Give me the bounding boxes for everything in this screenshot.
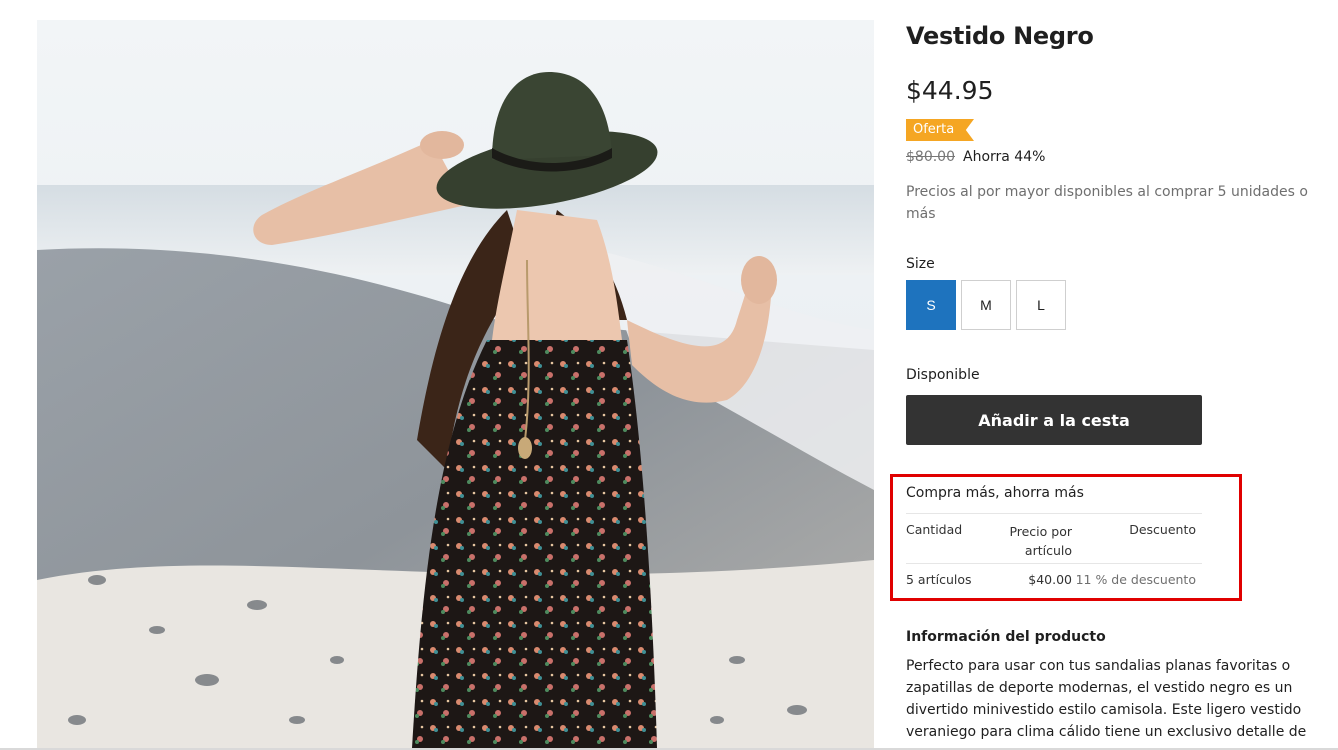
savings-text: Ahorra 44% <box>963 149 1046 165</box>
product-photo-illustration <box>37 20 874 748</box>
product-info-heading: Información del producto <box>906 629 1106 645</box>
row-unit-price: $40.00 <box>1028 572 1072 587</box>
row-quantity: 5 artículos <box>906 572 972 587</box>
compare-at-price: $80.00 Ahorra 44% <box>906 149 1045 165</box>
volume-discount-table: Cantidad Precio por artículo Descuento 5… <box>906 513 1202 598</box>
size-options: S M L <box>906 280 1066 330</box>
table-row: 5 artículos $40.00 11 % de descuento <box>906 564 1202 598</box>
product-title: Vestido Negro <box>906 22 1094 50</box>
volume-discount-box: Compra más, ahorra más Cantidad Precio p… <box>890 474 1242 601</box>
row-discount: 11 % de descuento <box>1075 572 1196 587</box>
wholesale-note: Precios al por mayor disponibles al comp… <box>906 184 1308 222</box>
column-header-discount: Descuento <box>1129 522 1196 537</box>
size-option-l[interactable]: L <box>1016 280 1066 330</box>
sale-badge: Oferta <box>906 119 974 141</box>
column-header-quantity: Cantidad <box>906 522 963 537</box>
product-price: $44.95 <box>906 76 994 105</box>
size-option-m[interactable]: M <box>961 280 1011 330</box>
add-to-cart-button[interactable]: Añadir a la cesta <box>906 395 1202 445</box>
column-header-unit-price: Precio por artículo <box>1009 524 1072 558</box>
availability-status: Disponible <box>906 367 980 383</box>
size-option-s[interactable]: S <box>906 280 956 330</box>
size-label: Size <box>906 256 935 272</box>
table-header-row: Cantidad Precio por artículo Descuento <box>906 514 1202 564</box>
product-description: Perfecto para usar con tus sandalias pla… <box>906 658 1307 740</box>
volume-discount-title: Compra más, ahorra más <box>906 485 1084 501</box>
product-image[interactable] <box>37 20 874 748</box>
original-price: $80.00 <box>906 149 955 165</box>
product-info-panel: Vestido Negro $44.95 Oferta $80.00 Ahorra… <box>890 0 1326 750</box>
